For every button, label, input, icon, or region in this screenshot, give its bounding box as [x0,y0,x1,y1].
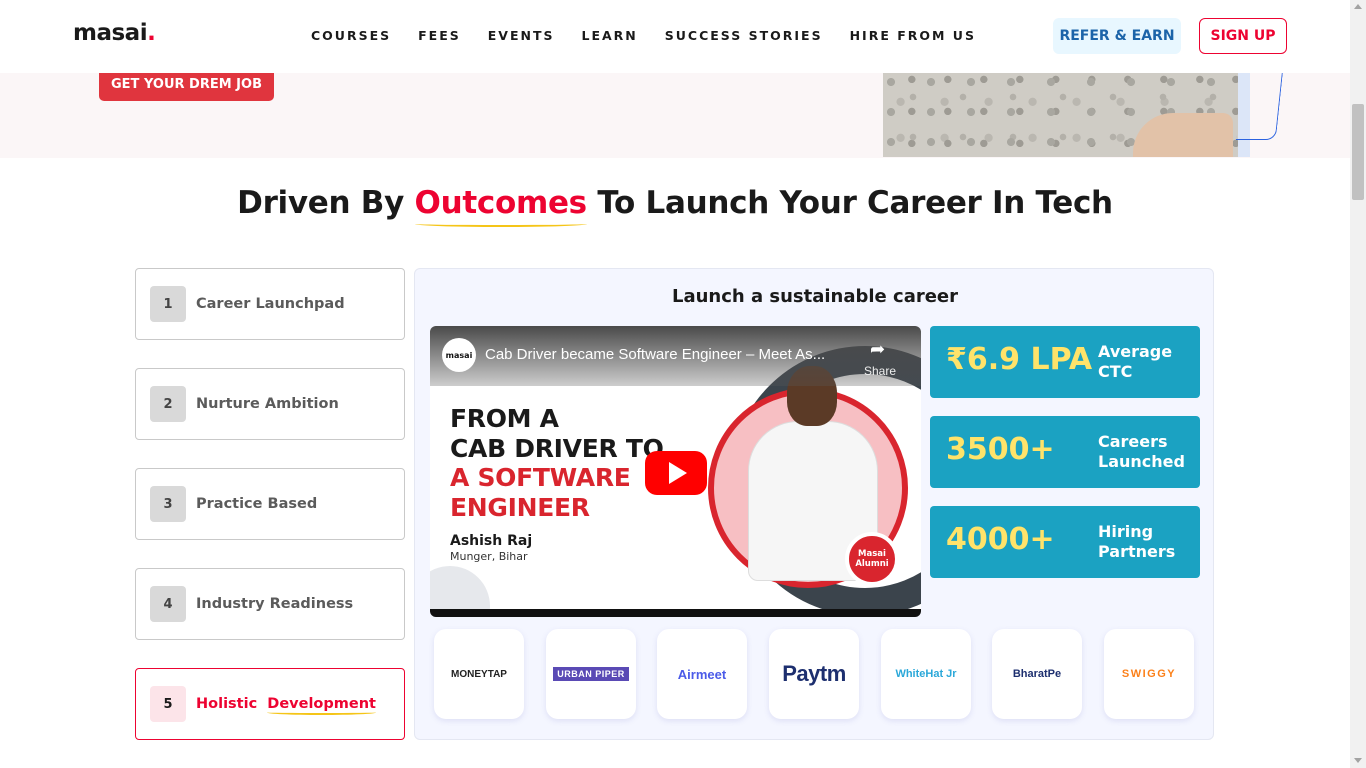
stat-value: ₹6.9 LPA [946,342,1093,377]
share-icon[interactable]: ➦ [870,339,885,360]
step-holistic-development[interactable]: 5 Holistic Development [135,668,405,740]
step-number: 1 [150,286,186,322]
video-title[interactable]: Cab Driver became Software Engineer – Me… [485,346,825,363]
hero-image [883,73,1250,157]
scroll-thumb[interactable] [1352,104,1364,200]
step-number: 4 [150,586,186,622]
step-number: 3 [150,486,186,522]
share-label[interactable]: Share [864,364,896,378]
signup-button[interactable]: SIGN UP [1199,18,1287,54]
step-label: Career Launchpad [196,296,345,312]
stat-careers-launched: 3500+ Careers Launched [930,416,1200,488]
stat-value: 3500+ [946,432,1055,467]
video-headline: FROM A CAB DRIVER TO A SOFTWARE ENGINEER [450,404,664,522]
nav-fees[interactable]: FEES [418,28,461,43]
video-person-place: Munger, Bihar [450,550,528,563]
video-corner-shape [430,566,490,609]
step-number: 5 [150,686,186,722]
step-number: 2 [150,386,186,422]
stat-average-ctc: ₹6.9 LPA Average CTC [930,326,1200,398]
nav-success-stories[interactable]: SUCCESS STORIES [665,28,823,43]
nav-courses[interactable]: COURSES [311,28,391,43]
alumni-badge: Masai Alumni [845,532,899,586]
main-nav: COURSES FEES EVENTS LEARN SUCCESS STORIE… [311,28,1003,43]
section-title: Driven By Outcomes To Launch Your Career… [237,185,1113,227]
youtube-video[interactable]: Masai Alumni FROM A CAB DRIVER TO A SOFT… [430,326,921,617]
panel-title: Launch a sustainable career [671,286,959,307]
step-label: Industry Readiness [196,596,354,612]
step-label: Practice Based [196,496,318,512]
refer-earn-button[interactable]: REFER & EARN [1053,18,1181,54]
partner-logo-paytm: Paytm [769,629,859,719]
step-industry-readiness[interactable]: 4 Industry Readiness [135,568,405,640]
nav-events[interactable]: EVENTS [488,28,555,43]
partner-logo-swiggy: SWIGGY [1104,629,1194,719]
step-practice-based[interactable]: 3 Practice Based [135,468,405,540]
dream-job-button[interactable]: GET YOUR DREM JOB [99,73,274,101]
outcome-panel: Launch a sustainable career Masai Alumni… [414,268,1214,740]
partner-logo-moneytap: MONEYTAP [434,629,524,719]
vertical-scrollbar[interactable] [1350,0,1366,768]
site-header: masai. COURSES FEES EVENTS LEARN SUCCESS… [0,0,1350,73]
scroll-up-icon[interactable] [1354,4,1362,9]
video-person-name: Ashish Raj [450,533,533,549]
step-label: Nurture Ambition [196,396,339,412]
play-icon [669,462,687,484]
step-nurture-ambition[interactable]: 2 Nurture Ambition [135,368,405,440]
nav-learn[interactable]: LEARN [582,28,638,43]
nav-hire-from-us[interactable]: HIRE FROM US [850,28,976,43]
partner-logo-airmeet: Airmeet [657,629,747,719]
title-accent: Outcomes [414,185,587,227]
scroll-down-icon[interactable] [1354,758,1362,763]
stat-value: 4000+ [946,522,1055,557]
hero-section: GET YOUR DREM JOB [0,73,1350,158]
partner-logo-urbanpiper: URBAN PIPER [546,629,636,719]
step-label: Holistic Development [196,696,376,715]
partner-logo-bharatpe: BharatPe [992,629,1082,719]
step-career-launchpad[interactable]: 1 Career Launchpad [135,268,405,340]
stat-hiring-partners: 4000+ Hiring Partners [930,506,1200,578]
stat-label: Average CTC [1098,342,1173,381]
channel-avatar[interactable]: masai [442,338,476,372]
masai-logo[interactable]: masai. [73,20,156,46]
stat-label: Careers Launched [1098,432,1185,471]
stat-label: Hiring Partners [1098,522,1176,561]
play-button[interactable] [645,451,707,495]
partner-logo-whitehatjr: WhiteHat Jr [881,629,971,719]
